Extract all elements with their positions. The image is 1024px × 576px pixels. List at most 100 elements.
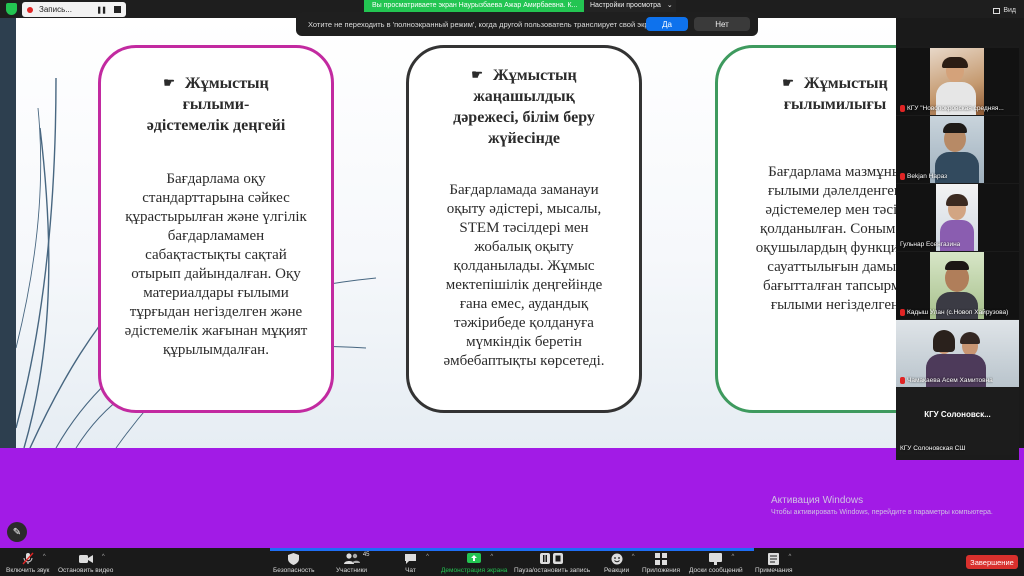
security-button[interactable]: Безопасность <box>273 548 314 576</box>
card-body-line: бағытталған тапсырма <box>763 278 896 294</box>
participant-tile[interactable]: Кадыш Улан (с.Новоп Хайрузова) <box>896 252 1019 319</box>
card-body-line: оқыту әдістері, мысалы, <box>446 201 602 217</box>
card-body-line: тұрғыдан негізделген және <box>129 304 303 320</box>
card-title-line: жаңашылдық <box>473 88 575 105</box>
participant-name: Кадыш Улан (с.Новоп Хайрузова) <box>900 308 1008 317</box>
participant-name: Bekjan Нараз <box>900 172 947 181</box>
card-title-line: әдістемелік деңгейі <box>146 117 286 134</box>
card-title-line: дәрежесі, білім беру <box>453 109 595 126</box>
reactions-button[interactable]: ^ Реакции <box>604 548 635 576</box>
participant-tile[interactable]: Чамакаева Асем Хамитовна <box>896 320 1019 387</box>
shield-icon <box>288 552 300 565</box>
card-body-line: әмбебаптықты көрсетеді. <box>443 353 605 369</box>
participant-tile[interactable]: КГУ "Новопокровская средняя... <box>896 48 1019 115</box>
pause-recording-label: Пауза/остановить запись <box>514 567 591 574</box>
reactions-label: Реакции <box>604 567 630 574</box>
card-body-line: стандарттарына сәйкес <box>142 190 290 206</box>
participants-label: Участники <box>336 567 368 574</box>
view-settings-label: Настройки просмотра <box>590 2 661 9</box>
card-body-line: оқушылардың функцион <box>755 240 896 256</box>
fullscreen-prompt: Хотите не переходить в 'полноэкранный ре… <box>296 12 758 36</box>
arrow-bullet-icon: ☛ <box>471 67 483 82</box>
windows-activation-text: Чтобы активировать Windows, перейдите в … <box>771 509 993 516</box>
chat-button[interactable]: ^ Чат <box>404 548 429 576</box>
card-body-line: сауаттылығын дамыт <box>767 259 896 275</box>
participant-tile-name: КГУ Солоновск... <box>924 409 991 419</box>
record-dot-icon <box>27 6 33 13</box>
muted-mic-icon <box>900 173 905 180</box>
participant-tile[interactable]: Bekjan Нараз <box>896 116 1019 183</box>
unmute-button[interactable]: ^ Включить звук <box>6 548 49 576</box>
apps-grid-icon <box>655 552 668 565</box>
grid-view-icon <box>993 7 1001 14</box>
yes-button[interactable]: Да <box>646 17 688 31</box>
card-body-line: STEM тәсілдері мен <box>459 220 589 236</box>
card-body-line: сабақтастықты сақтай <box>145 247 287 263</box>
participant-tile[interactable]: Гульнар Есенгазина <box>896 184 1019 251</box>
recording-label: Запись... <box>39 5 72 14</box>
card-title-line: Жұмыстың <box>492 67 577 84</box>
card-body-line: Бағдарлама мазмұны <box>768 164 896 180</box>
view-settings-menu[interactable]: Настройки просмотра ⌄ <box>584 0 676 12</box>
video-camera-icon: ^ <box>78 552 105 565</box>
participant-tile[interactable]: КГУ Солоновск... КГУ Солоновская СШ <box>896 388 1019 455</box>
card-body: Бағдарлама мазмұны ғылыми дәлелденген әд… <box>718 163 896 315</box>
card-body-line: Бағдарлама оқу <box>166 171 266 187</box>
notes-button[interactable]: ^ Примечания <box>755 548 793 576</box>
pause-recording-button[interactable]: Пауза/остановить запись <box>514 548 590 576</box>
screen-share-banner: Вы просматриваете экран Наурызбаева Ажар… <box>364 0 584 12</box>
participants-button[interactable]: 45 Участники <box>336 548 370 576</box>
stop-video-button[interactable]: ^ Остановить видео <box>58 548 113 576</box>
start-video-label: Остановить видео <box>58 567 114 574</box>
card-body-line: ғылыми негізделген <box>770 297 896 313</box>
card-title-line: Жұмыстың <box>184 75 269 92</box>
whiteboards-button[interactable]: ^ Доски сообщений <box>689 548 743 576</box>
card-body-line: әдістемелік жағынан мұқият <box>124 323 308 339</box>
security-shield-icon[interactable] <box>6 3 17 15</box>
pause-recording-icon[interactable]: ❚❚ <box>96 6 107 14</box>
card-title-line: жүйесінде <box>487 130 561 147</box>
annotate-pencil-icon[interactable]: ✎ <box>7 522 27 542</box>
share-screen-label: Демонстрация экрана <box>441 567 508 574</box>
card-title-line: ғылыми- <box>182 96 250 113</box>
card-body-line: ғылыми дәлелденген <box>768 183 896 199</box>
participant-name-text: Гульнар Есенгазина <box>900 241 961 248</box>
participant-name-text: Кадыш Улан (с.Новоп Хайрузова) <box>907 309 1009 316</box>
card-innovation-degree: ☛ Жұмыстың жаңашылдық дәрежесі, білім бер… <box>406 45 642 413</box>
card-body-line: құрастырылған және үлгілік <box>125 209 307 225</box>
windows-activation-title: Активация Windows <box>771 495 864 506</box>
chevron-down-icon: ⌄ <box>666 2 673 9</box>
card-body-line: қолданылады. Жұмыс <box>453 258 595 274</box>
smiley-icon: ^ <box>611 552 635 565</box>
whiteboards-label: Доски сообщений <box>689 567 743 574</box>
recording-indicator: Запись... ❚❚ <box>22 2 126 17</box>
apps-button[interactable]: Приложения <box>642 548 680 576</box>
stop-recording-icon[interactable] <box>114 6 121 13</box>
participants-icon: 45 <box>343 552 370 565</box>
arrow-bullet-icon: ☛ <box>163 75 175 90</box>
participant-name: КГУ Солоновская СШ <box>900 444 965 453</box>
card-title-line: ғылымилығы <box>783 96 887 113</box>
card-title-line: Жұмыстың <box>803 75 888 92</box>
view-label: Вид <box>1003 7 1016 14</box>
chat-bubble-icon: ^ <box>404 552 429 565</box>
card-body-line: отырып дайындалған. Оқу <box>131 266 301 282</box>
card-title: ☛ Жұмыстың жаңашылдық дәрежесі, білім бер… <box>409 64 639 149</box>
muted-mic-icon <box>900 105 905 112</box>
participant-name: КГУ "Новопокровская средняя... <box>900 104 1004 113</box>
card-body: Бағдарлама оқу стандарттарына сәйкес құр… <box>101 170 331 360</box>
share-screen-button[interactable]: ^ Демонстрация экрана <box>441 548 507 576</box>
whiteboard-icon: ^ <box>709 552 734 565</box>
end-meeting-button[interactable]: Завершение <box>966 555 1018 569</box>
share-screen-icon: ^ <box>467 552 493 565</box>
card-body-line: жобалық оқыту <box>474 239 574 255</box>
card-body-line: мектепішілік деңгейінде <box>445 277 603 293</box>
card-body-line: тәжірибеде қолдануға <box>454 315 594 331</box>
apps-label: Приложения <box>642 567 681 574</box>
notes-label: Примечания <box>755 567 793 574</box>
participants-video-panel: КГУ "Новопокровская средняя... Bekjan На… <box>896 46 1019 460</box>
no-button[interactable]: Нет <box>694 17 750 31</box>
card-body-line: әдістемелер мен тәсіл <box>765 202 896 218</box>
view-button[interactable]: Вид <box>989 4 1020 17</box>
card-title: ☛ Жұмыстың ғылымилығы <box>718 72 896 115</box>
